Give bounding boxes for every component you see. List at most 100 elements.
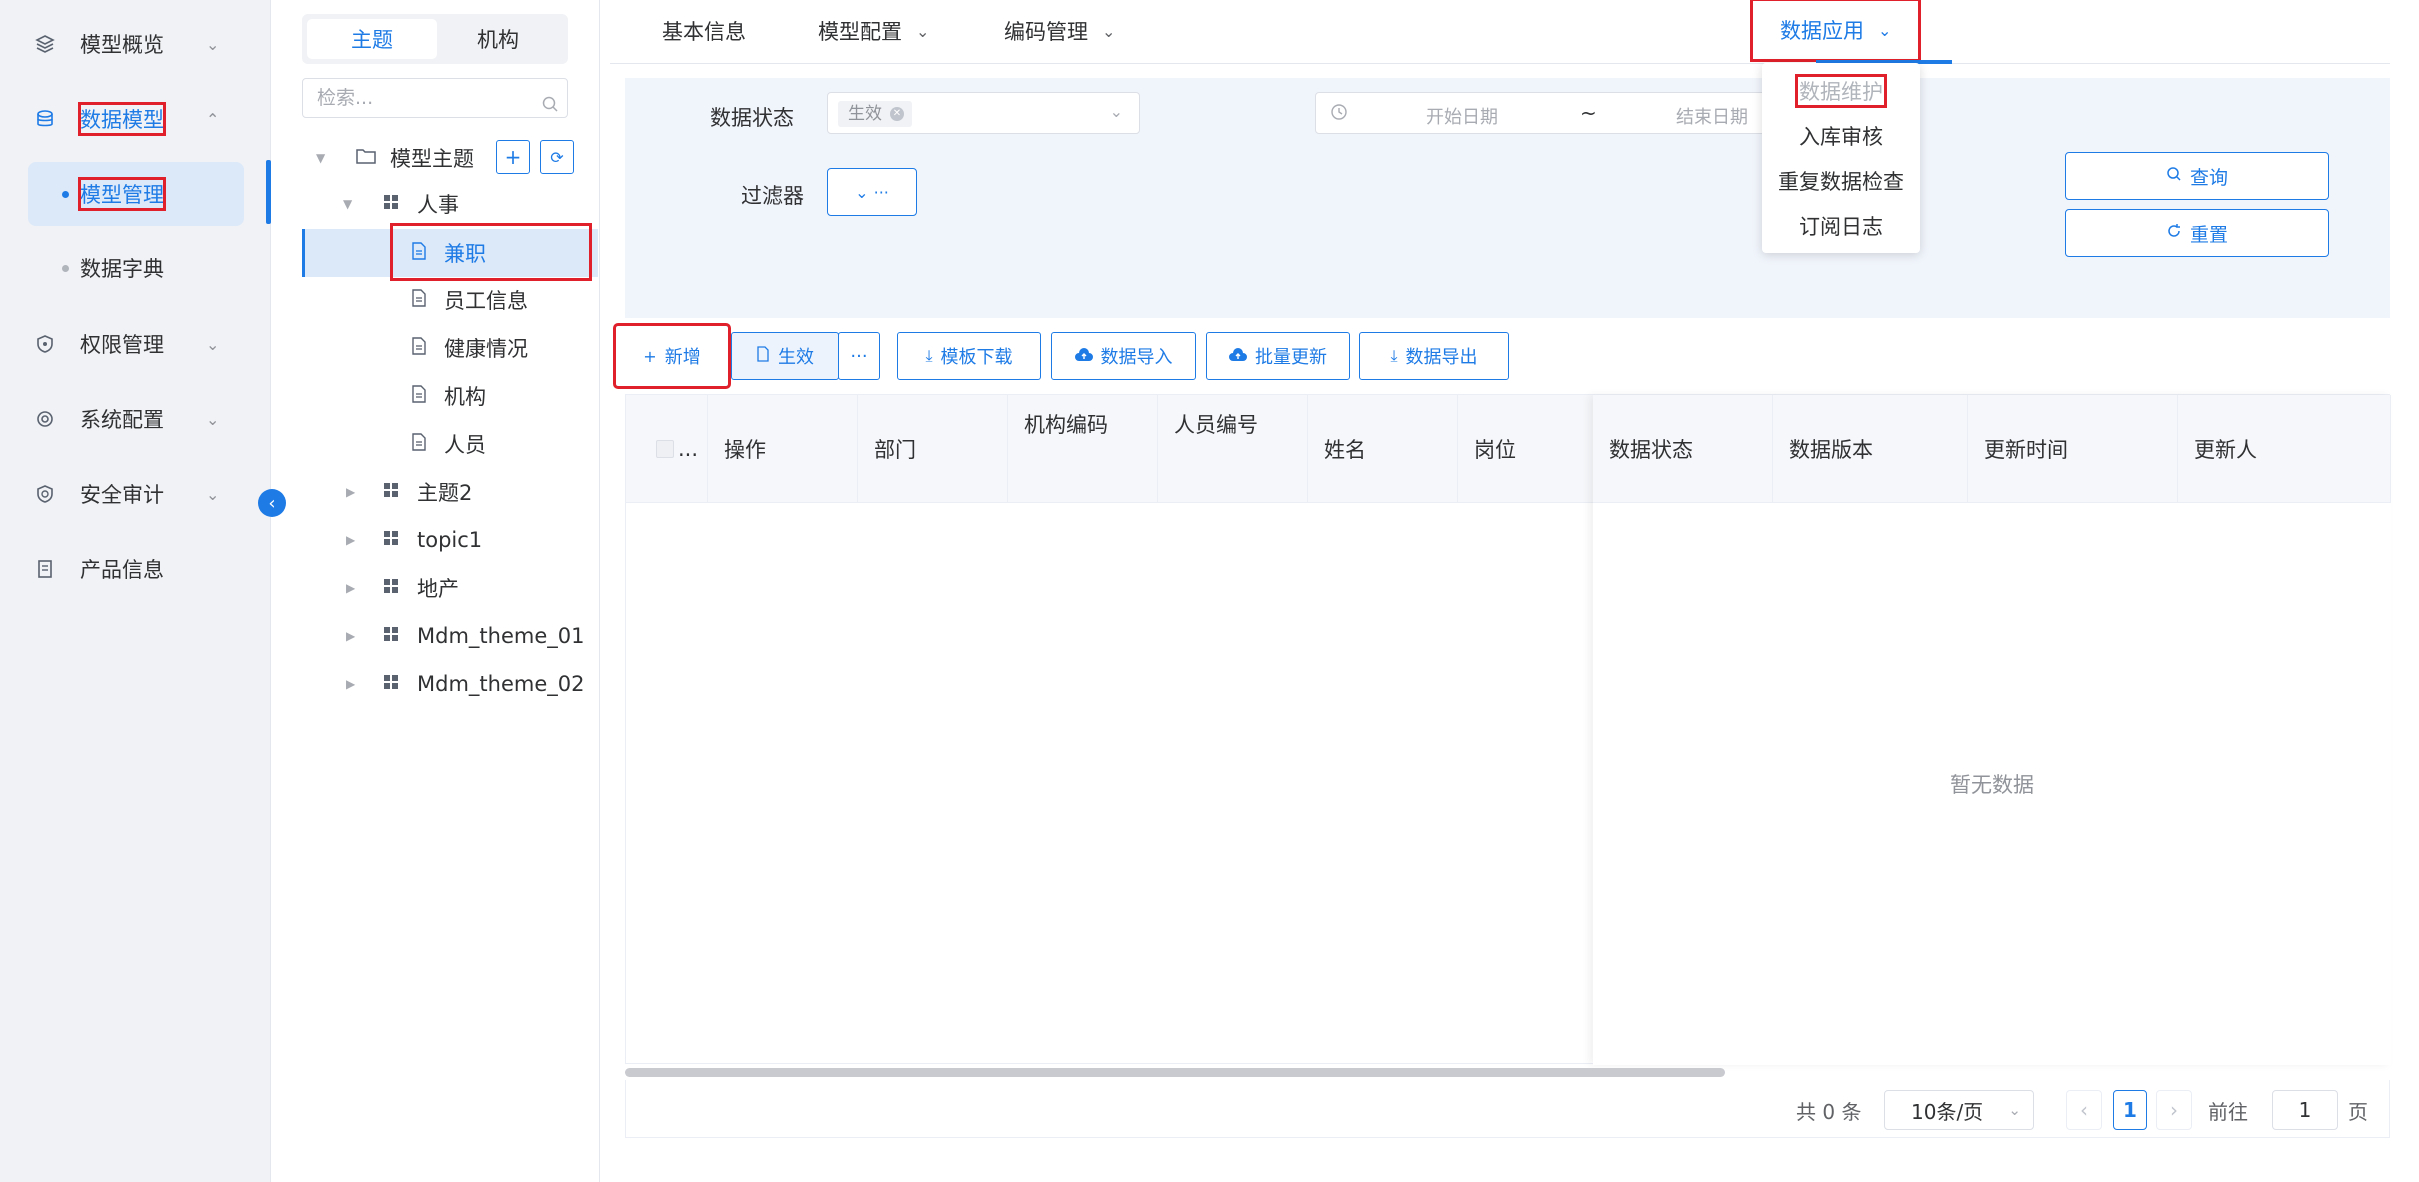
chevron-down-icon: ⌄ (916, 21, 930, 41)
add-topic-button[interactable]: + (496, 140, 530, 174)
nav-item-permission[interactable]: 权限管理 ⌄ (0, 314, 271, 374)
close-icon[interactable]: ✕ (890, 107, 904, 121)
status-tag-label: 生效 (848, 104, 882, 124)
cloud-upload-icon (1074, 347, 1093, 366)
select-all-column[interactable]: ... (626, 395, 708, 503)
nav-item-security-audit[interactable]: 安全审计 ⌄ (0, 464, 271, 524)
segment-organization[interactable]: 机构 (433, 19, 563, 59)
effective-button-label: 生效 (778, 347, 814, 368)
tree-node-label: Mdm_theme_01 (417, 624, 585, 648)
nav-item-system-config[interactable]: 系统配置 ⌄ (0, 389, 271, 449)
left-navigation: 模型概览 ⌄ 数据模型 ⌃ 模型管理 数据字典 权限管理 ⌄ 系统配置 ⌄ 安全… (0, 0, 271, 1182)
chevron-down-icon: ⌄ (206, 409, 220, 429)
batch-update-label: 批量更新 (1255, 347, 1327, 368)
tree-node-label: 模型主题 (390, 147, 474, 171)
template-download-label: 模板下载 (940, 347, 1013, 368)
tab-code-management[interactable]: 编码管理 ⌄ (1004, 0, 1115, 62)
nav-item-product-info[interactable]: 产品信息 (0, 539, 271, 599)
effective-button[interactable]: 生效 (731, 332, 839, 380)
segment-topic[interactable]: 主题 (307, 19, 437, 59)
more-actions-button[interactable]: ··· (838, 332, 880, 380)
collapse-sidebar-button[interactable]: ‹ (258, 489, 286, 517)
reset-button-label: 重置 (2189, 223, 2228, 246)
tree-node-label: topic1 (417, 528, 483, 552)
grid-icon (383, 674, 399, 695)
grid-icon (383, 578, 399, 599)
column-header-org-code: 机构编码 (1008, 395, 1158, 503)
folder-icon (356, 147, 376, 170)
column-header-name: 姓名 (1308, 395, 1458, 503)
nav-subitem-data-dictionary[interactable]: 数据字典 (28, 236, 244, 300)
menu-item-subscription-log[interactable]: 订阅日志 (1762, 204, 1920, 248)
tree-panel: 主题 机构 检索... ▼ 模型主题 + ⟳ ▼ 人事 兼职 员工信息 健康情况… (272, 0, 600, 1182)
reset-button[interactable]: 重置 (2065, 209, 2329, 257)
template-download-button[interactable]: ⤓ 模板下载 (897, 332, 1041, 380)
nav-subitem-model-management[interactable]: 模型管理 (28, 162, 244, 226)
chevron-down-icon: ⌄ (1102, 21, 1116, 41)
end-date-placeholder: 结束日期 (1676, 107, 1748, 128)
column-header-update-time: 更新时间 (1968, 395, 2178, 503)
menu-item-duplicate-check[interactable]: 重复数据检查 (1762, 159, 1920, 203)
tree-node-label: Mdm_theme_02 (417, 672, 585, 696)
tab-label: 编码管理 (1004, 20, 1088, 44)
chevron-down-icon: ⌄ (1878, 20, 1892, 40)
add-button[interactable]: + 新增 (613, 323, 731, 389)
file-icon (756, 346, 770, 366)
nav-item-data-model[interactable]: 数据模型 ⌃ (0, 89, 271, 149)
nav-label: 模型概览 (80, 33, 164, 57)
tab-model-config[interactable]: 模型配置 ⌄ (818, 0, 929, 62)
nav-label: 系统配置 (80, 408, 164, 432)
column-header-updater: 更新人 (2178, 395, 2391, 503)
tab-basic-info[interactable]: 基本信息 (662, 0, 746, 62)
fixed-right-columns: 数据状态 数据版本 更新时间 更新人 暂无数据 (1593, 395, 2391, 1065)
page-size-select[interactable]: 10条/页 ⌄ (1884, 1090, 2034, 1130)
page-suffix: 页 (2348, 1099, 2368, 1124)
nav-item-model-overview[interactable]: 模型概览 ⌄ (0, 14, 271, 74)
chevron-down-icon: ⌄ (206, 334, 220, 354)
audit-shield-icon (34, 483, 56, 505)
tree-node-label: 员工信息 (444, 289, 528, 313)
filter-label: 过滤器 (741, 184, 804, 208)
status-tag: 生效 ✕ (838, 101, 912, 127)
top-tabs: 基本信息 模型配置 ⌄ 编码管理 ⌄ 数据应用 ⌄ (610, 0, 2390, 64)
data-export-button[interactable]: ⤓ 数据导出 (1359, 332, 1509, 380)
document-icon (34, 558, 56, 580)
caret-down-icon: ▼ (316, 151, 326, 165)
menu-item-data-maintenance[interactable]: 数据维护 (1762, 69, 1920, 113)
search-placeholder: 检索... (317, 87, 374, 109)
query-button[interactable]: 查询 (2065, 152, 2329, 200)
refresh-tree-button[interactable]: ⟳ (540, 140, 574, 174)
status-select[interactable]: 生效 ✕ ⌄ (827, 92, 1140, 134)
bullet-dot (62, 190, 69, 198)
horizontal-scrollbar[interactable] (625, 1068, 1725, 1077)
select-all-checkbox[interactable] (656, 440, 674, 458)
tree-node-label: 兼职 (444, 242, 486, 266)
menu-item-storage-review[interactable]: 入库审核 (1762, 114, 1920, 158)
active-indicator-bar (266, 160, 271, 224)
page-number-current[interactable]: 1 (2113, 1090, 2147, 1130)
main-content: 基本信息 模型配置 ⌄ 编码管理 ⌄ 数据应用 ⌄ 数据状态 生效 ✕ ⌄ 开始… (610, 0, 2419, 1182)
search-icon (541, 88, 559, 112)
column-header-department: 部门 (858, 395, 1008, 503)
tab-data-application[interactable]: 数据应用 ⌄ (1749, 0, 1922, 62)
data-import-button[interactable]: 数据导入 (1051, 332, 1196, 380)
grid-icon (383, 482, 399, 503)
tree-node-label: 人事 (417, 193, 459, 217)
total-count: 共 0 条 (1796, 1099, 1862, 1124)
tree-node-label: 机构 (444, 385, 486, 409)
goto-page-input[interactable]: 1 (2272, 1090, 2338, 1130)
prev-page-button[interactable]: ‹ (2066, 1090, 2102, 1130)
caret-down-icon: ▼ (343, 197, 353, 211)
segment-switch: 主题 机构 (302, 14, 568, 64)
chevron-down-icon: ⌄ (206, 34, 220, 54)
file-icon (411, 288, 427, 312)
tree-node-label: 健康情况 (444, 337, 528, 361)
search-icon (2166, 165, 2182, 187)
nav-label: 数据模型 (78, 102, 166, 136)
caret-right-icon: ▶ (346, 533, 356, 547)
next-page-button[interactable]: › (2156, 1090, 2192, 1130)
batch-update-button[interactable]: 批量更新 (1206, 332, 1350, 380)
tree-node-label: 地产 (417, 577, 459, 601)
tree-search-input[interactable]: 检索... (302, 78, 568, 118)
filter-dropdown-button[interactable]: ⌄ ··· (827, 168, 917, 216)
